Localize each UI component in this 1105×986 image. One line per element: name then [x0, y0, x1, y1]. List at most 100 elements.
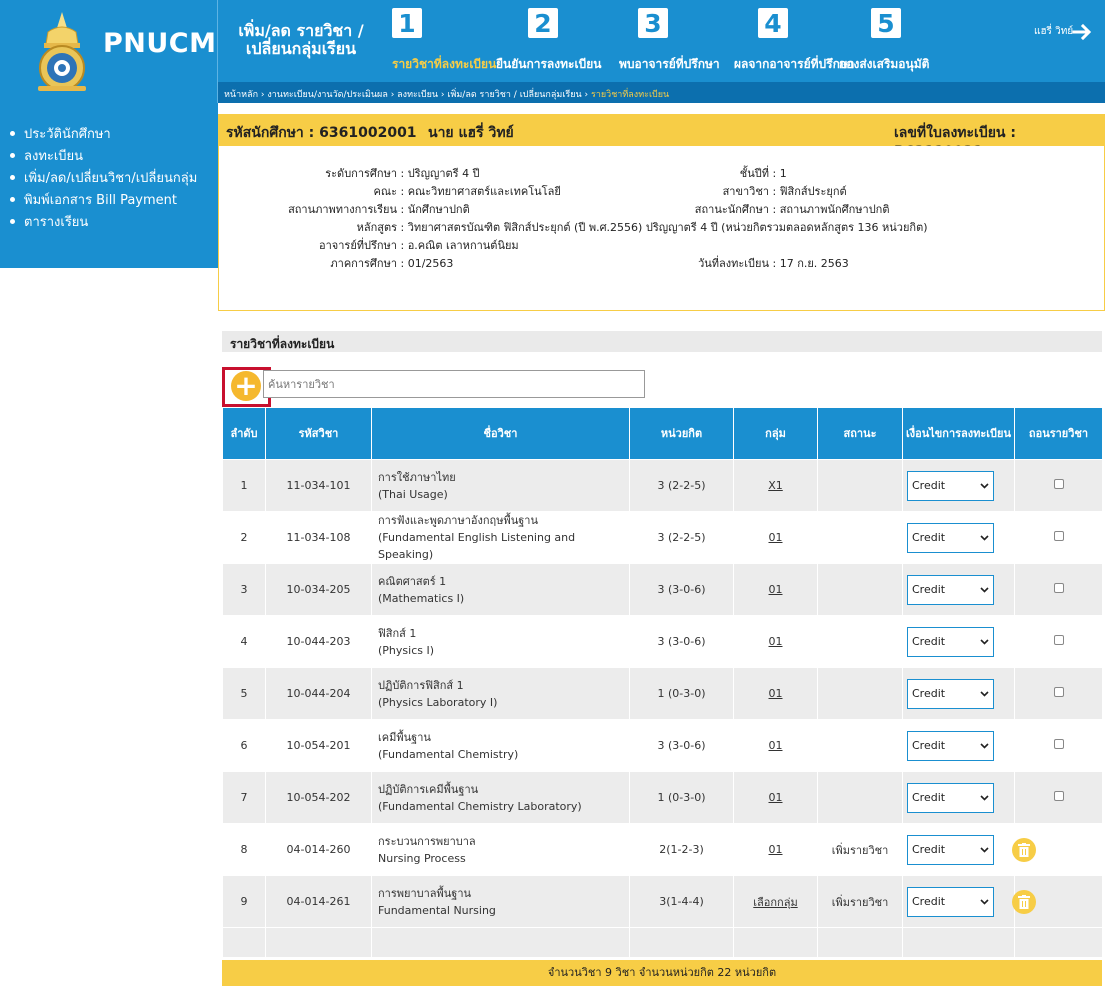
- course-status: [817, 615, 903, 668]
- course-name-th: ฟิสิกส์ 1: [378, 626, 417, 640]
- condition-cell: Credit: [902, 875, 1015, 928]
- course-name-cell: การฟังและพูดภาษาอังกฤษพื้นฐาน (Fundamenta…: [371, 511, 630, 564]
- info-curriculum: หลักสูตร : วิทยาศาสตรบัณฑิต ฟิสิกส์ประยุ…: [227, 218, 928, 236]
- sidebar-item-register[interactable]: ลงทะเบียน: [0, 144, 218, 166]
- university-emblem-icon: [38, 12, 86, 91]
- withdraw-checkbox[interactable]: [1053, 635, 1064, 645]
- info-reg-date: วันที่ลงทะเบียน : 17 ก.ย. 2563: [599, 254, 849, 272]
- condition-select[interactable]: Credit: [907, 782, 994, 813]
- sidebar-item-bill-payment[interactable]: พิมพ์เอกสาร Bill Payment: [0, 188, 218, 210]
- course-group-link[interactable]: 01: [769, 687, 783, 700]
- course-group-link[interactable]: 01: [769, 739, 783, 752]
- logo-area[interactable]: PNUCM: [0, 0, 218, 103]
- table-row: 1 11-034-101 การใช้ภาษาไทย (Thai Usage) 3 (2…: [222, 459, 1103, 512]
- course-group-link[interactable]: X1: [768, 479, 783, 492]
- withdraw-cell: [1014, 615, 1103, 668]
- trash-icon: [1017, 894, 1030, 909]
- table-row: 6 10-054-201 เคมีพื้นฐาน (Fundamental Chemi…: [222, 719, 1103, 772]
- chevron-down-icon: [980, 846, 989, 853]
- course-code: 10-044-203: [265, 615, 372, 668]
- info-reg-date-value: 17 ก.ย. 2563: [779, 257, 849, 270]
- column-header-no: ลำดับ: [222, 407, 266, 460]
- course-group-link[interactable]: เลือกกลุ่ม: [753, 896, 797, 909]
- course-name-en: (Fundamental Chemistry): [378, 747, 519, 761]
- course-credit: 3(1-4-4): [629, 875, 734, 928]
- course-name-en: (Physics Laboratory I): [378, 695, 498, 709]
- column-header-withdraw: ถอนรายวิชา: [1014, 407, 1103, 460]
- logout-button[interactable]: [1071, 20, 1095, 44]
- condition-select-value: Credit: [912, 895, 946, 908]
- info-major: สาขาวิชา : ฟิสิกส์ประยุกต์: [599, 182, 847, 200]
- table-row: 4 10-044-203 ฟิสิกส์ 1 (Physics I) 3 (3-0-6)…: [222, 615, 1103, 668]
- breadcrumb-bar: หน้าหลัก › งานทะเบียน/งานวัด/ประเมินผล ›…: [218, 82, 1105, 103]
- info-semester: ภาคการศึกษา : 01/2563: [227, 254, 453, 272]
- course-status: [817, 771, 903, 824]
- page-heading-line1: เพิ่ม/ลด รายวิชา /: [238, 21, 364, 40]
- sidebar-item-profile[interactable]: ประวัตินักศึกษา: [0, 122, 218, 144]
- row-no: 8: [222, 823, 266, 876]
- course-search-input[interactable]: [263, 370, 645, 398]
- delete-course-button[interactable]: [1011, 889, 1036, 914]
- chevron-down-icon: [980, 638, 989, 645]
- course-group-cell: 01: [733, 719, 818, 772]
- course-name-cell: ปฏิบัติการฟิสิกส์ 1 (Physics Laboratory I…: [371, 667, 630, 720]
- condition-select[interactable]: Credit: [907, 470, 994, 501]
- column-header-status: สถานะ: [817, 407, 903, 460]
- row-no: 2: [222, 511, 266, 564]
- condition-cell: Credit: [902, 459, 1015, 512]
- course-group-link[interactable]: 01: [769, 583, 783, 596]
- course-group-link[interactable]: 01: [769, 531, 783, 544]
- row-no: 9: [222, 875, 266, 928]
- course-group-link[interactable]: 01: [769, 791, 783, 804]
- bullet-icon: [10, 174, 15, 180]
- breadcrumb-path[interactable]: หน้าหลัก › งานทะเบียน/งานวัด/ประเมินผล ›…: [224, 90, 591, 100]
- withdraw-checkbox[interactable]: [1053, 739, 1064, 749]
- info-level: ระดับการศึกษา : ปริญญาตรี 4 ปี: [227, 164, 479, 182]
- table-row: 8 04-014-260 กระบวนการพยาบาล Nursing Proces…: [222, 823, 1103, 876]
- chevron-down-icon: [980, 690, 989, 697]
- chevron-down-icon: [980, 534, 989, 541]
- course-table: ลำดับ รหัสวิชา ชื่อวิชา หน่วยกิต กลุ่ม ส…: [222, 407, 1103, 958]
- condition-select[interactable]: Credit: [907, 678, 994, 709]
- course-code: 11-034-108: [265, 511, 372, 564]
- withdraw-checkbox[interactable]: [1053, 531, 1064, 541]
- course-group-cell: 01: [733, 823, 818, 876]
- bullet-icon: [10, 196, 15, 202]
- info-advisor-value: อ.คณิต เลาหกานต์นิยม: [407, 239, 519, 252]
- course-name-cell: กระบวนการพยาบาล Nursing Process: [371, 823, 630, 876]
- condition-select[interactable]: Credit: [907, 574, 994, 605]
- student-info-header: รหัสนักศึกษา : 6361002001 นาย แฮรี่ วิทย…: [218, 114, 1105, 160]
- add-course-button[interactable]: +: [231, 371, 261, 401]
- course-group-link[interactable]: 01: [769, 635, 783, 648]
- course-name-en: (Physics I): [378, 643, 435, 657]
- condition-select[interactable]: Credit: [907, 626, 994, 657]
- step-2-label: ยืนยันการลงทะเบียน: [496, 57, 602, 71]
- course-name-en: (Fundamental Chemistry Laboratory): [378, 799, 582, 813]
- condition-cell: Credit: [902, 823, 1015, 876]
- withdraw-checkbox[interactable]: [1053, 687, 1064, 697]
- info-semester-key: ภาคการศึกษา: [330, 257, 397, 270]
- course-name-th: กระบวนการพยาบาล: [378, 834, 476, 848]
- sidebar-item-timetable[interactable]: ตารางเรียน: [0, 210, 218, 232]
- condition-select[interactable]: Credit: [907, 730, 994, 761]
- delete-course-button[interactable]: [1011, 837, 1036, 862]
- step-4-label: ผลจากอาจารย์ที่ปรึกษา: [734, 57, 855, 71]
- condition-select[interactable]: Credit: [907, 886, 994, 917]
- course-status: [817, 667, 903, 720]
- course-summary: จำนวนวิชา 9 วิชา จำนวนหน่วยกิต 22 หน่วยก…: [222, 960, 1102, 986]
- info-reg-date-key: วันที่ลงทะเบียน: [698, 257, 769, 270]
- table-header-row: ลำดับ รหัสวิชา ชื่อวิชา หน่วยกิต กลุ่ม ส…: [222, 407, 1103, 460]
- course-code: 10-034-205: [265, 563, 372, 616]
- table-row-empty: [222, 927, 1103, 958]
- info-student-status-value: สถานภาพนักศึกษาปกติ: [779, 203, 890, 216]
- condition-select[interactable]: Credit: [907, 834, 994, 865]
- condition-select[interactable]: Credit: [907, 522, 994, 553]
- course-name-en: (Thai Usage): [378, 487, 448, 501]
- condition-select-value: Credit: [912, 843, 946, 856]
- sidebar-item-add-drop[interactable]: เพิ่ม/ลด/เปลี่ยนวิชา/เปลี่ยนกลุ่ม: [0, 166, 218, 188]
- withdraw-checkbox[interactable]: [1053, 791, 1064, 801]
- course-group-link[interactable]: 01: [769, 843, 783, 856]
- info-faculty: คณะ : คณะวิทยาศาสตร์และเทคโนโลยี: [227, 182, 561, 200]
- withdraw-checkbox[interactable]: [1053, 583, 1064, 593]
- withdraw-checkbox[interactable]: [1053, 479, 1064, 489]
